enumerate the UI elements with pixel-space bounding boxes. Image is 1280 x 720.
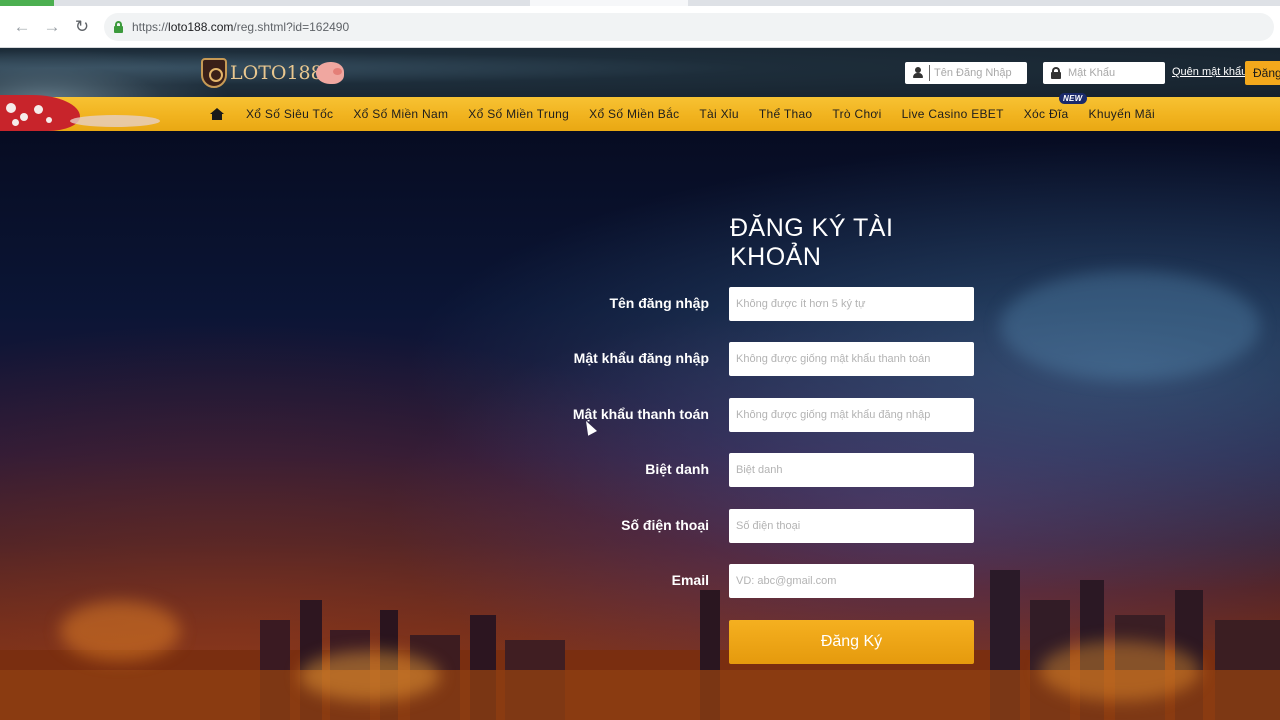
address-bar[interactable]: https://loto188.com/reg.shtml?id=162490 — [104, 13, 1274, 41]
nav-item-xo-so-sieu-toc[interactable]: Xổ Số Siêu Tốc — [246, 107, 333, 121]
header-password-field[interactable] — [1043, 62, 1165, 84]
reload-icon[interactable]: ↻ — [72, 17, 92, 37]
nav-item-xoc-dia[interactable]: Xóc Đĩa NEW — [1023, 93, 1087, 121]
phone-input[interactable] — [729, 509, 974, 543]
username-input[interactable] — [729, 287, 974, 321]
register-button[interactable]: Đăng Ký — [729, 620, 974, 664]
nav-item-tai-xiu[interactable]: Tài Xỉu — [699, 107, 738, 121]
login-password-input[interactable] — [729, 342, 974, 376]
email-label: Email — [671, 572, 709, 588]
site-header: LOTO188 Quên mật khẩu Đăng — [0, 48, 1280, 98]
logo-text: LOTO188 — [230, 62, 323, 84]
nickname-label: Biệt danh — [645, 461, 709, 477]
arrow-right-icon[interactable]: → — [42, 17, 62, 37]
header-username-input[interactable] — [929, 65, 1021, 81]
arrow-left-icon[interactable]: ← — [12, 17, 32, 37]
nav-item-xo-so-mien-bac[interactable]: Xổ Số Miền Bắc — [589, 107, 679, 121]
phone-label: Số điện thoại — [621, 517, 709, 533]
padlock-icon — [1050, 67, 1062, 79]
registration-background — [0, 131, 1280, 720]
header-password-input[interactable] — [1068, 65, 1160, 81]
blossom-decoration — [0, 89, 160, 131]
forgot-password-link[interactable]: Quên mật khẩu — [1172, 66, 1247, 78]
header-username-field[interactable] — [905, 62, 1027, 84]
site-logo[interactable]: LOTO188 — [201, 56, 347, 90]
nav-item-the-thao[interactable]: Thể Thao — [759, 107, 813, 121]
user-icon — [912, 67, 924, 79]
main-nav: Xổ Số Siêu Tốc Xổ Số Miền Nam Xổ Số Miền… — [0, 93, 1280, 131]
payment-password-input[interactable] — [729, 398, 974, 432]
nav-item-xo-so-mien-trung[interactable]: Xổ Số Miền Trung — [468, 107, 569, 121]
login-password-label: Mật khẩu đăng nhập — [573, 350, 709, 366]
nickname-input[interactable] — [729, 453, 974, 487]
url-host: loto188.com — [168, 20, 234, 34]
home-icon[interactable] — [210, 108, 224, 120]
nav-item-xo-so-mien-nam[interactable]: Xổ Số Miền Nam — [353, 107, 448, 121]
url-scheme: https:// — [132, 20, 169, 34]
pig-icon — [316, 62, 344, 84]
browser-toolbar: ← → ↻ https://loto188.com/reg.shtml?id=1… — [0, 6, 1280, 48]
crest-icon — [201, 58, 227, 88]
url-path: /reg.shtml?id=162490 — [233, 20, 350, 34]
nav-item-tro-choi[interactable]: Trò Chơi — [832, 107, 881, 121]
username-label: Tên đăng nhập — [609, 295, 709, 311]
lock-icon — [114, 21, 123, 33]
login-button[interactable]: Đăng — [1245, 61, 1280, 85]
url-text[interactable]: https://loto188.com/reg.shtml?id=162490 — [132, 19, 349, 35]
registration-title: ĐĂNG KÝ TÀI KHOẢN — [730, 214, 894, 271]
nav-item-live-casino-ebet[interactable]: Live Casino EBET — [902, 107, 1004, 121]
payment-password-label: Mật khẩu thanh toán — [572, 406, 709, 422]
nav-item-label: Xóc Đĩa — [1023, 107, 1069, 121]
email-input[interactable] — [729, 564, 974, 598]
nav-item-khuyen-mai[interactable]: Khuyến Mãi — [1089, 107, 1155, 121]
new-badge: NEW — [1058, 93, 1087, 104]
